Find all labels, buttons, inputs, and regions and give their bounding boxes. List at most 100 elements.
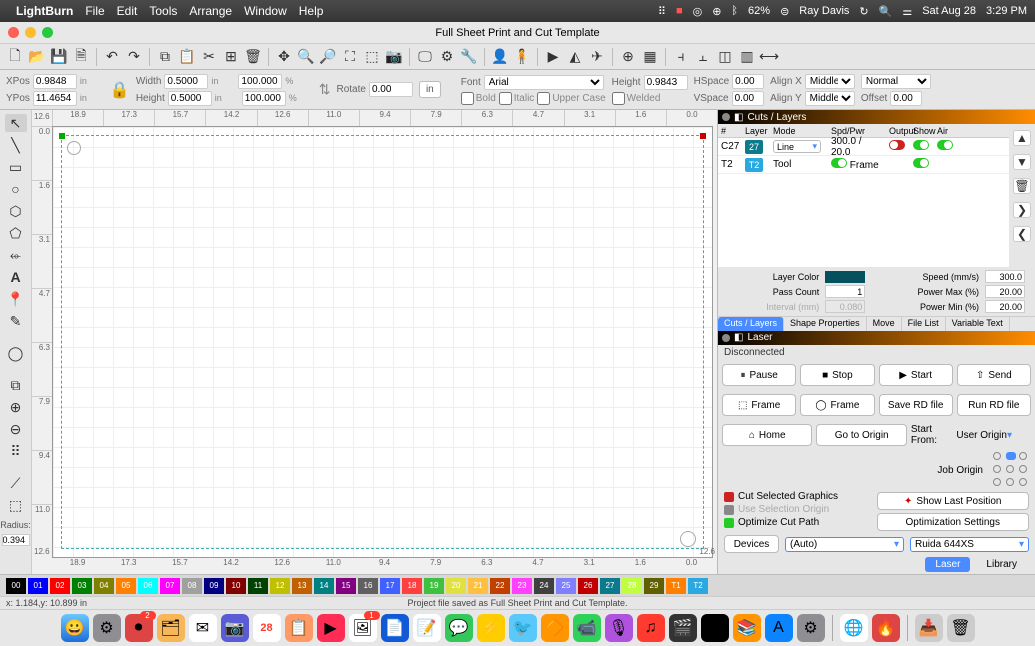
offset-input[interactable]	[890, 91, 922, 106]
app-name[interactable]: LightBurn	[16, 4, 73, 18]
dock-app-icon[interactable]: 📄	[381, 614, 409, 642]
lightburn-icon[interactable]: 🔥	[872, 614, 900, 642]
cut-icon[interactable]: ✂	[200, 48, 218, 66]
aligny-select[interactable]: Middle	[805, 91, 855, 106]
menu-arrange[interactable]: Arrange	[189, 4, 232, 18]
controller-select[interactable]: Ruida 644XS▾	[910, 537, 1029, 552]
unit-toggle[interactable]: in	[419, 81, 441, 98]
upper-checkbox[interactable]	[537, 92, 550, 105]
show-last-button[interactable]: ✦Show Last Position	[877, 492, 1030, 510]
tab-cuts[interactable]: Cuts / Layers	[718, 317, 784, 330]
undock-icon[interactable]: ◧	[734, 112, 743, 123]
tab-laser[interactable]: Laser	[925, 557, 970, 572]
rect-tool-icon[interactable]: ▭	[5, 158, 27, 176]
output-toggle[interactable]	[889, 140, 905, 150]
dock-app-icon[interactable]: 🖼	[349, 614, 377, 642]
facetime-icon[interactable]: 📹	[573, 614, 601, 642]
rotate-input[interactable]	[369, 82, 413, 97]
dock-app-icon[interactable]: ⏺	[125, 614, 153, 642]
width-input[interactable]	[164, 74, 208, 89]
color-swatch[interactable]: 04	[94, 578, 114, 594]
link-icon[interactable]: ⇅	[319, 81, 331, 98]
color-swatch[interactable]: 22	[490, 578, 510, 594]
color-swatch[interactable]: 28	[622, 578, 642, 594]
camera-icon[interactable]: 📷	[385, 48, 403, 66]
offset-tool-icon[interactable]: ⧉	[5, 376, 27, 394]
user-icon[interactable]: 👤	[491, 48, 509, 66]
bezier-tool-icon[interactable]: ⬰	[5, 246, 27, 264]
zoom-selection-icon[interactable]: ⬚	[363, 48, 381, 66]
alignx-select[interactable]: Middle	[805, 74, 855, 89]
copy-icon[interactable]: ⧉	[156, 48, 174, 66]
close-button[interactable]	[8, 27, 19, 38]
origin-tc[interactable]	[1006, 452, 1016, 460]
color-swatch[interactable]: 25	[556, 578, 576, 594]
interval-input[interactable]	[825, 300, 865, 313]
save-icon[interactable]: 💾	[50, 48, 68, 66]
goto-origin-button[interactable]: Go to Origin	[816, 424, 906, 446]
center-icon[interactable]: ⊕	[619, 48, 637, 66]
zoom-button[interactable]	[42, 27, 53, 38]
color-swatch[interactable]: 12	[270, 578, 290, 594]
music-icon[interactable]: ♫	[637, 614, 665, 642]
color-swatch[interactable]: 01	[28, 578, 48, 594]
layer-up-icon[interactable]: ▲	[1013, 130, 1031, 146]
tab-vartext[interactable]: Variable Text	[946, 317, 1010, 330]
menu-window[interactable]: Window	[244, 4, 287, 18]
tab-move[interactable]: Move	[867, 317, 902, 330]
layer-color-swatch[interactable]	[825, 271, 865, 283]
delete-icon[interactable]: 🗑	[244, 48, 262, 66]
width-pct-input[interactable]	[238, 74, 282, 89]
color-swatch[interactable]: 09	[204, 578, 224, 594]
calendar-icon[interactable]: 28	[253, 614, 281, 642]
minimize-button[interactable]	[25, 27, 36, 38]
menubar-icon[interactable]: ⠿	[658, 5, 666, 18]
origin-bc[interactable]	[1006, 478, 1014, 486]
click-tool-icon[interactable]: ⬚	[5, 496, 27, 514]
pmin-input[interactable]	[985, 300, 1025, 313]
pause-button[interactable]: ⏸Pause	[722, 364, 796, 386]
color-swatch[interactable]: 18	[402, 578, 422, 594]
wifi-icon[interactable]: ⊜	[780, 5, 789, 18]
color-swatch[interactable]: T2	[688, 578, 708, 594]
time[interactable]: 3:29 PM	[986, 5, 1027, 17]
origin-mc[interactable]	[1006, 465, 1014, 473]
pan-icon[interactable]: ✥	[275, 48, 293, 66]
canvas[interactable]: 12.6 18.917.315.714.212.611.09.47.96.34.…	[32, 110, 717, 574]
handle-tr[interactable]	[700, 133, 706, 139]
origin-mr[interactable]	[1019, 465, 1027, 473]
menubar-icon[interactable]: ■	[676, 5, 683, 17]
color-swatch[interactable]: 15	[336, 578, 356, 594]
redo-icon[interactable]: ↷	[125, 48, 143, 66]
frame-toggle[interactable]	[831, 158, 847, 168]
align-icon[interactable]: ⫞	[672, 48, 690, 66]
control-center-icon[interactable]: ⚌	[902, 5, 912, 18]
color-swatch[interactable]: 02	[50, 578, 70, 594]
height-input[interactable]	[168, 91, 212, 106]
grid-icon[interactable]: ▥	[738, 48, 756, 66]
color-swatch[interactable]: 16	[358, 578, 378, 594]
layer-left-icon[interactable]: ❮	[1013, 226, 1031, 242]
edit-tool-icon[interactable]: ✎	[5, 312, 27, 330]
books-icon[interactable]: 📚	[733, 614, 761, 642]
color-swatch[interactable]: 00	[6, 578, 26, 594]
style-select[interactable]: Normal	[861, 74, 931, 89]
downloads-icon[interactable]: 📥	[915, 614, 943, 642]
xpos-input[interactable]	[33, 74, 77, 89]
dock-app-icon[interactable]: ⚙	[93, 614, 121, 642]
dock-app-icon[interactable]: 🐦	[509, 614, 537, 642]
pin-tool-icon[interactable]: 📍	[5, 290, 27, 308]
color-swatch[interactable]: 29	[644, 578, 664, 594]
group-icon[interactable]: ⊞	[222, 48, 240, 66]
tab-filelist[interactable]: File List	[902, 317, 946, 330]
zoom-frame-icon[interactable]: ⛶	[341, 48, 359, 66]
cuts-row[interactable]: T2 T2 Tool Frame	[718, 156, 1009, 174]
zoom-in-icon[interactable]: 🔍	[297, 48, 315, 66]
preview-icon[interactable]: ◭	[566, 48, 584, 66]
use-sel-checkbox[interactable]	[724, 505, 734, 515]
dock-app-icon[interactable]: 📝	[413, 614, 441, 642]
color-swatch[interactable]: T1	[666, 578, 686, 594]
polygon-tool-icon[interactable]: ⬡	[5, 202, 27, 220]
paste-icon[interactable]: 📋	[178, 48, 196, 66]
layer-down-icon[interactable]: ▼	[1013, 154, 1031, 170]
